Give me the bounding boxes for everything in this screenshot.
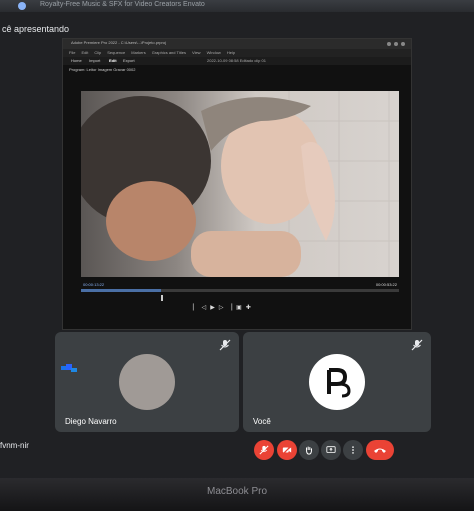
- mark-out-icon: ▕: [227, 305, 233, 311]
- browser-tab-strip: Royalty-Free Music & SFX for Video Creat…: [0, 0, 474, 12]
- mic-off-icon: [219, 339, 231, 351]
- mark-in-icon: ▏: [193, 305, 198, 311]
- menu-item: Clip: [94, 50, 102, 55]
- laptop-label: MacBook Pro: [206, 486, 268, 497]
- participant-name: Diego Navarro: [65, 417, 117, 426]
- raise-hand-button[interactable]: [299, 440, 319, 460]
- playhead: [160, 295, 163, 301]
- play-icon: ▶: [210, 305, 215, 311]
- more-options-icon: [352, 446, 354, 454]
- meet-screen: Royalty-Free Music & SFX for Video Creat…: [0, 0, 474, 478]
- menu-item: Markers: [131, 50, 146, 55]
- favicon-icon: [18, 2, 26, 10]
- tab-export: Export: [123, 58, 135, 63]
- tab-edit: Edit: [109, 58, 117, 63]
- camera-icon: ▣: [236, 305, 242, 311]
- program-monitor-label: Program: Leitor Imagem Gravar 0002: [69, 67, 136, 72]
- tab-import: Import: [89, 58, 101, 63]
- mic-off-icon: [411, 339, 423, 351]
- brand-logo-icon: [327, 368, 351, 398]
- program-monitor-video: [81, 91, 399, 277]
- video-content: [81, 96, 335, 277]
- menu-item: View: [191, 50, 201, 55]
- participant-tile-self[interactable]: Você: [243, 332, 431, 432]
- timecode-current: 00:00:13:22: [83, 282, 105, 287]
- settings-icon: ✚: [245, 305, 251, 311]
- shared-menubar: File Edit Clip Sequence Markers Graphics…: [63, 49, 411, 57]
- menu-item: Edit: [81, 50, 89, 55]
- end-call-icon: [374, 448, 386, 453]
- menu-item: Window: [206, 50, 221, 55]
- camera-off-icon: [282, 445, 292, 455]
- glitch-icon: [61, 364, 77, 372]
- window-controls: [387, 42, 405, 46]
- presenting-label: cê apresentando: [2, 24, 70, 34]
- meeting-code: fvnm-nir: [0, 441, 29, 450]
- project-title: 2022-10-09 08:58 Editado clip 01: [207, 58, 266, 63]
- present-icon: [326, 446, 336, 453]
- transport-controls: ▏ ◁ ▶ ▷ ▕ ▣ ✚: [193, 304, 251, 312]
- menu-item: Sequence: [107, 50, 126, 55]
- mic-off-icon: [259, 445, 269, 455]
- shared-window-titlebar: Adobe Premiere Pro 2022 - C:\Users\...\P…: [63, 39, 411, 49]
- camera-toggle-button[interactable]: [277, 440, 297, 460]
- laptop-bezel: MacBook Pro: [0, 478, 474, 511]
- participant-name: Você: [253, 417, 271, 426]
- scrub-bar: [81, 289, 399, 292]
- timecode-duration: 00:00:53:22: [375, 282, 397, 287]
- more-options-button[interactable]: [343, 440, 363, 460]
- present-button[interactable]: [321, 440, 341, 460]
- shared-screen: Adobe Premiere Pro 2022 - C:\Users\...\P…: [62, 38, 412, 330]
- participant-tile-diego[interactable]: Diego Navarro: [55, 332, 239, 432]
- browser-tab-title[interactable]: Royalty-Free Music & SFX for Video Creat…: [40, 1, 205, 8]
- mic-toggle-button[interactable]: [254, 440, 274, 460]
- tab-home: Home: [71, 58, 82, 63]
- menu-item: Graphics and Titles: [151, 50, 186, 55]
- maximize-icon: [394, 42, 398, 46]
- avatar: [309, 354, 365, 410]
- raise-hand-icon: [306, 446, 312, 455]
- menu-item: File: [69, 50, 76, 55]
- minimize-icon: [387, 42, 391, 46]
- shared-workspace-tabs: Home Import Edit Export 2022-10-09 08:58…: [63, 57, 411, 65]
- avatar: [119, 354, 175, 410]
- step-forward-icon: ▷: [218, 305, 224, 311]
- shared-window-title: Adobe Premiere Pro 2022 - C:\Users\...\P…: [71, 40, 166, 45]
- end-call-button[interactable]: [366, 440, 394, 460]
- step-back-icon: ◁: [201, 305, 207, 311]
- close-icon: [401, 42, 405, 46]
- scrub-bar-fill: [81, 289, 161, 292]
- menu-item: Help: [226, 50, 236, 55]
